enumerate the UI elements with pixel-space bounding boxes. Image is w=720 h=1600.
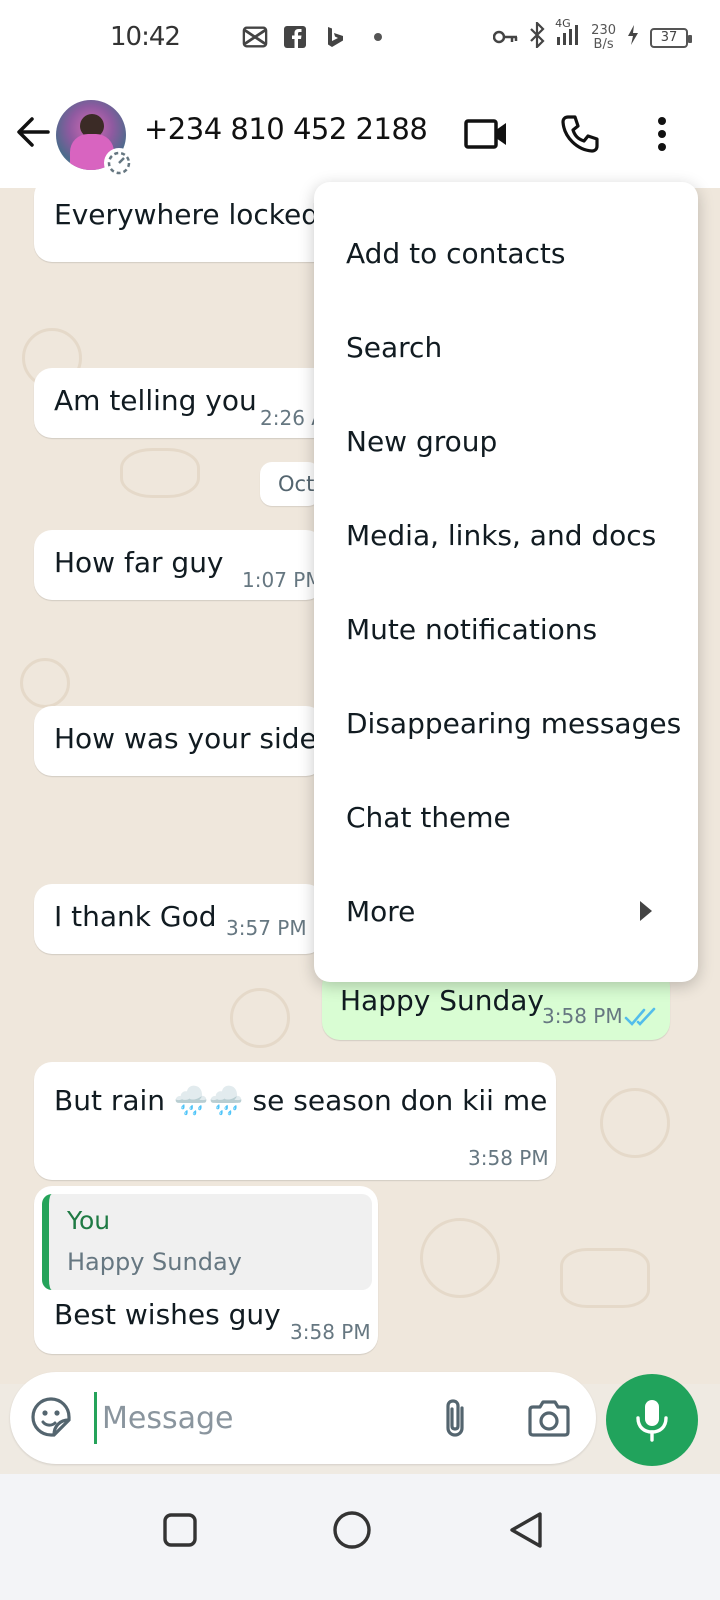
message-bubble[interactable]: But rain 🌧️🌧️ se season don kii me 3:58 … <box>34 1062 556 1180</box>
charging-icon <box>626 24 640 51</box>
network-type: 4G <box>555 17 571 30</box>
date-chip: Oct <box>260 462 320 506</box>
text-cursor <box>94 1392 97 1444</box>
capcut-icon <box>242 24 268 50</box>
wallpaper-doodle <box>600 1088 670 1158</box>
home-button[interactable] <box>322 1500 382 1560</box>
message-bubble[interactable]: How far guy 1:07 PM <box>34 530 324 600</box>
back-nav-button[interactable] <box>496 1500 556 1560</box>
menu-item-more[interactable]: More <box>314 864 698 958</box>
menu-item-media-links-docs[interactable]: Media, links, and docs <box>314 488 698 582</box>
message-time: 3:57 PM <box>226 916 307 940</box>
overflow-menu: Add to contacts Search New group Media, … <box>314 182 698 982</box>
video-camera-icon <box>464 119 506 149</box>
disappearing-timer-icon <box>104 148 134 178</box>
network-speed: 230 B/s <box>591 22 616 52</box>
message-time: 3:58 PM <box>542 1004 623 1028</box>
camera-icon <box>528 1400 570 1437</box>
message-text: Everywhere locked <box>54 198 319 231</box>
message-bubble[interactable]: Am telling you 2:26 A <box>34 368 334 438</box>
message-text: How far guy <box>54 546 224 579</box>
circle-icon <box>333 1511 371 1549</box>
message-bubble[interactable]: Everywhere locked <box>34 188 334 262</box>
status-notification-icons <box>168 24 382 50</box>
battery-level: 37 <box>660 30 678 45</box>
vpn-key-icon <box>492 26 519 50</box>
attach-button[interactable] <box>434 1396 478 1440</box>
quoted-text: Happy Sunday <box>67 1248 242 1276</box>
message-text: But rain 🌧️🌧️ se season don kii me <box>54 1084 548 1117</box>
facebook-icon <box>282 24 308 50</box>
video-call-button[interactable] <box>462 110 510 158</box>
wallpaper-doodle <box>560 1248 650 1308</box>
phone-icon <box>561 115 599 153</box>
menu-item-add-to-contacts[interactable]: Add to contacts <box>314 206 698 300</box>
wallpaper-doodle <box>120 448 200 498</box>
submenu-arrow-icon <box>640 901 652 921</box>
message-composer <box>10 1372 596 1464</box>
system-navigation-bar <box>0 1474 720 1600</box>
more-vertical-icon <box>658 117 666 151</box>
message-text: Am telling you <box>54 384 257 417</box>
bluetooth-icon <box>529 20 545 53</box>
wallpaper-doodle <box>20 658 70 708</box>
message-text: I thank God <box>54 900 217 933</box>
status-system-icons: 4G 230 B/s 37 <box>492 17 692 53</box>
chat-header: +234 810 452 2188 <box>0 80 720 188</box>
menu-item-new-group[interactable]: New group <box>314 394 698 488</box>
message-text: Best wishes guy <box>54 1298 281 1331</box>
menu-item-chat-theme[interactable]: Chat theme <box>314 770 698 864</box>
menu-item-mute-notifications[interactable]: Mute notifications <box>314 582 698 676</box>
more-notifications-icon <box>374 33 382 41</box>
square-icon <box>163 1513 197 1547</box>
status-bar: 10:42 4G 230 B/s 37 <box>0 0 720 80</box>
message-input[interactable] <box>102 1386 402 1450</box>
recents-button[interactable] <box>150 1500 210 1560</box>
triangle-back-icon <box>510 1512 542 1548</box>
bing-icon <box>322 24 348 50</box>
quoted-message[interactable]: You Happy Sunday <box>42 1194 372 1290</box>
sticker-button[interactable] <box>30 1396 72 1438</box>
microphone-icon <box>636 1400 668 1442</box>
contact-name[interactable]: +234 810 452 2188 <box>144 112 428 146</box>
message-bubble-reply[interactable]: You Happy Sunday Best wishes guy 3:58 PM <box>34 1186 378 1354</box>
message-text: How was your side <box>54 722 317 755</box>
signal-icon: 4G <box>555 17 581 52</box>
message-time: 3:58 PM <box>468 1146 549 1170</box>
message-time: 1:07 PM <box>242 568 323 592</box>
camera-button[interactable] <box>526 1396 572 1440</box>
menu-item-search[interactable]: Search <box>314 300 698 394</box>
back-button[interactable] <box>14 112 54 152</box>
read-ticks-icon <box>624 1007 656 1026</box>
wallpaper-doodle <box>420 1218 500 1298</box>
voice-call-button[interactable] <box>556 110 604 158</box>
menu-item-disappearing-messages[interactable]: Disappearing messages <box>314 676 698 770</box>
wallpaper-doodle <box>230 988 290 1048</box>
more-options-button[interactable] <box>638 110 686 158</box>
paperclip-icon <box>446 1399 464 1437</box>
quoted-author: You <box>67 1206 111 1235</box>
message-bubble[interactable]: I thank God 3:57 PM <box>34 884 324 954</box>
sticker-icon <box>31 1397 71 1437</box>
message-bubble[interactable]: How was your side <box>34 706 324 776</box>
message-text: Happy Sunday <box>340 984 544 1017</box>
arrow-left-icon <box>17 117 50 147</box>
message-time: 3:58 PM <box>290 1320 371 1344</box>
battery-icon: 37 <box>650 27 692 48</box>
voice-record-button[interactable] <box>606 1374 698 1466</box>
